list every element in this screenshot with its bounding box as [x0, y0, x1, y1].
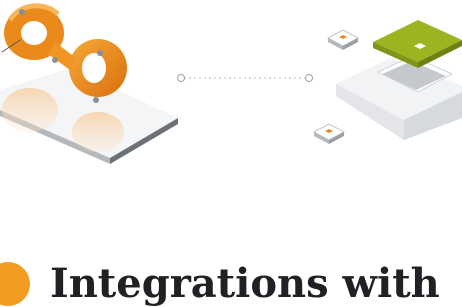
orange-circle-icon: [0, 262, 30, 306]
section-heading: Integrations with: [0, 250, 462, 306]
dotted-connector-icon: [177, 74, 313, 82]
section-title: Integrations with: [50, 260, 440, 307]
hero-illustration: [0, 3, 462, 164]
processor-chip-board-icon: [312, 20, 462, 144]
infinity-ring-on-tablet-icon: [0, 3, 178, 164]
